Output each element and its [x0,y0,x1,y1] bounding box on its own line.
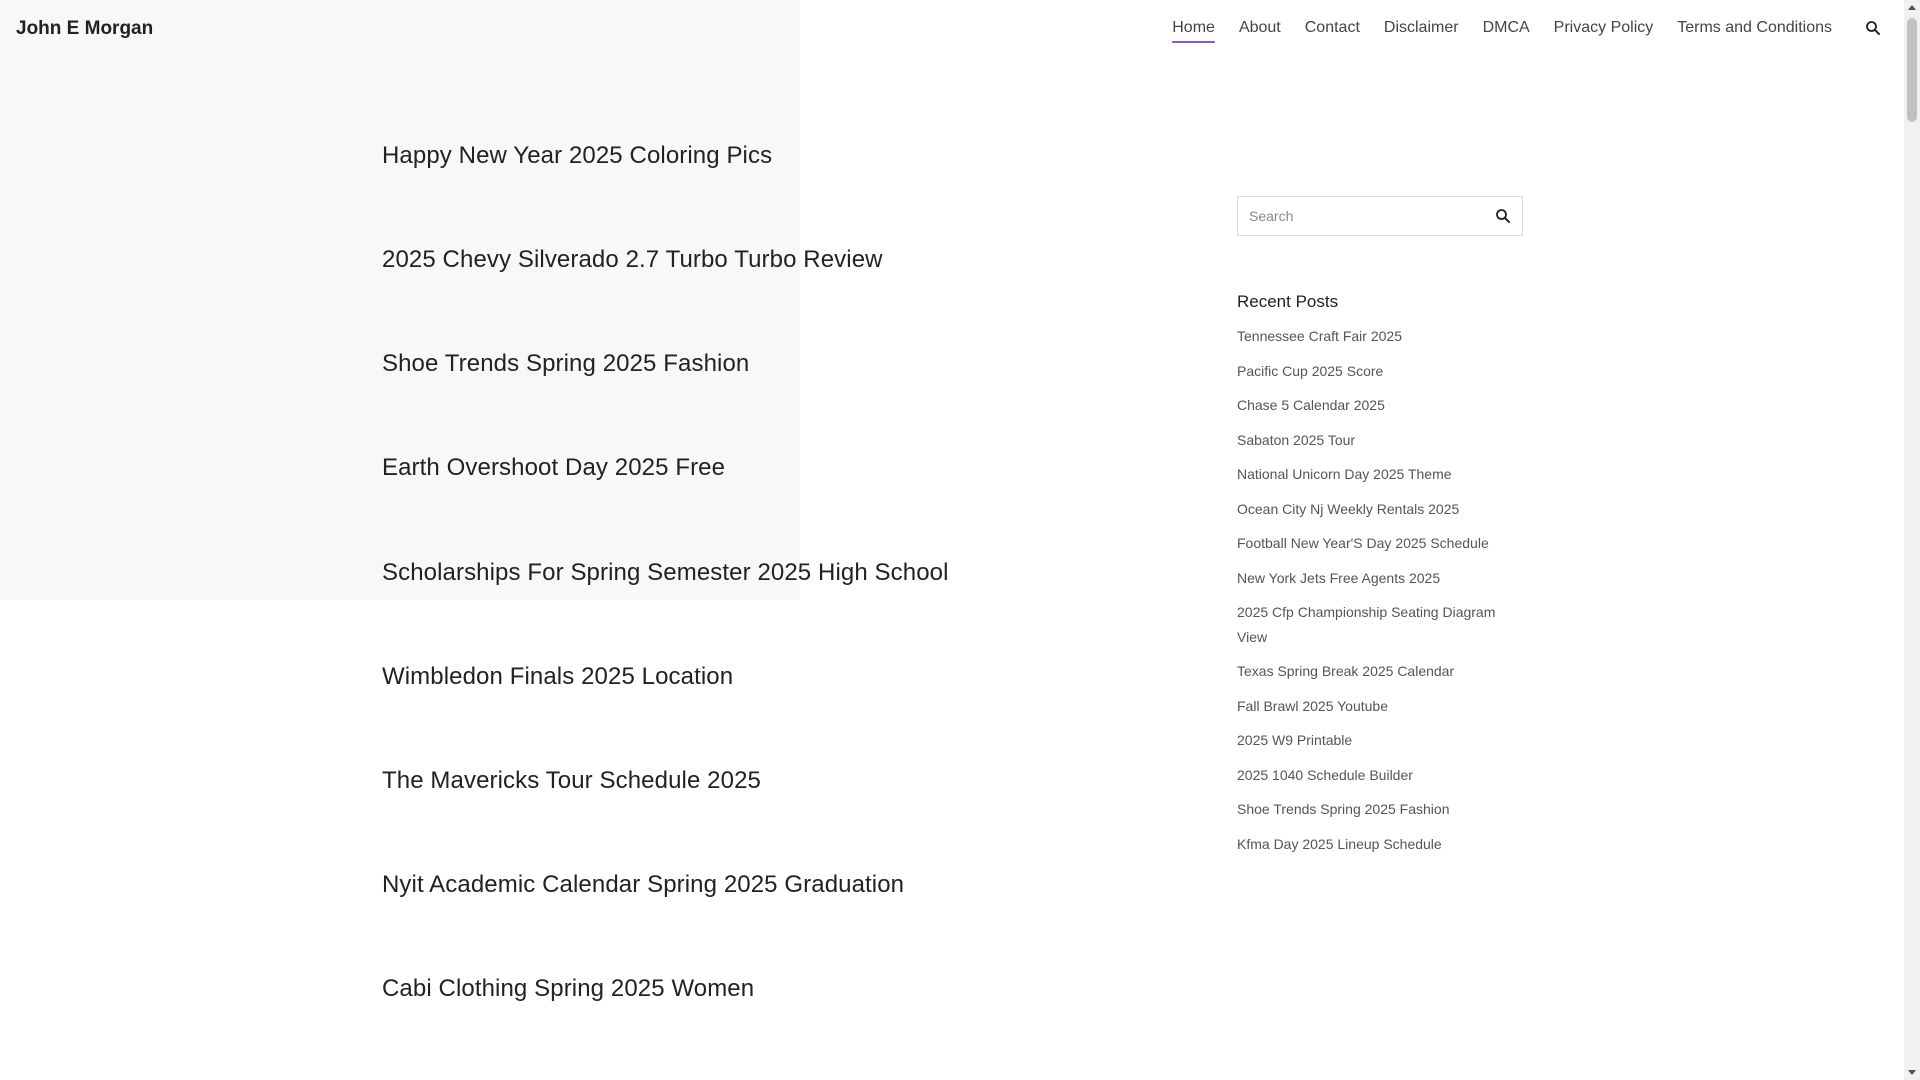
list-item: Kfma Day 2025 Lineup Schedule [1237,832,1523,857]
list-item: Fall Brawl 2025 Youtube [1237,694,1523,719]
list-item: Pacific Cup 2025 Score [1237,359,1523,384]
list-item: Tennessee Craft Fair 2025 [1237,324,1523,349]
recent-post-link[interactable]: Chase 5 Calendar 2025 [1237,397,1385,413]
nav-item-terms-and-conditions[interactable]: Terms and Conditions [1677,19,1832,43]
list-item: Chase 5 Calendar 2025 [1237,393,1523,418]
recent-post-link[interactable]: Texas Spring Break 2025 Calendar [1237,663,1454,679]
main-nav: Home About Contact Disclaimer DMCA Priva… [1172,19,1832,43]
recent-post-link[interactable]: National Unicorn Day 2025 Theme [1237,466,1452,482]
recent-post-link[interactable]: Fall Brawl 2025 Youtube [1237,698,1388,714]
list-item: Texas Spring Break 2025 Calendar [1237,659,1523,684]
post-title[interactable]: Wimbledon Finals 2025 Location [382,662,733,692]
nav-item-disclaimer[interactable]: Disclaimer [1384,19,1459,43]
list-item: Football New Year'S Day 2025 Schedule [1237,531,1523,556]
recent-post-link[interactable]: Tennessee Craft Fair 2025 [1237,328,1402,344]
search-icon[interactable] [1494,207,1512,225]
scrollbar-thumb[interactable] [1907,18,1917,122]
search-icon[interactable] [1864,19,1882,37]
recent-post-link[interactable]: Pacific Cup 2025 Score [1237,363,1383,379]
list-item: Sabaton 2025 Tour [1237,428,1523,453]
post-title[interactable]: Nyit Academic Calendar Spring 2025 Gradu… [382,870,904,900]
post-title[interactable]: Earth Overshoot Day 2025 Free [382,453,725,483]
page-scrollbar[interactable] [1904,0,1920,1080]
recent-posts-title: Recent Posts [1237,292,1339,311]
site-title[interactable]: John E Morgan [16,18,153,40]
list-item: 2025 W9 Printable [1237,728,1523,753]
recent-post-link[interactable]: Kfma Day 2025 Lineup Schedule [1237,836,1442,852]
post-title[interactable]: Cabi Clothing Spring 2025 Women [382,974,754,1004]
recent-post-link[interactable]: Sabaton 2025 Tour [1237,432,1355,448]
hero-background [0,0,800,600]
scroll-up-arrow-icon[interactable] [1904,0,1920,16]
list-item: 2025 1040 Schedule Builder [1237,763,1523,788]
post-title[interactable]: Shoe Trends Spring 2025 Fashion [382,349,749,379]
nav-item-dmca[interactable]: DMCA [1483,19,1530,43]
recent-posts-list: Tennessee Craft Fair 2025 Pacific Cup 20… [1237,324,1523,856]
recent-post-link[interactable]: Shoe Trends Spring 2025 Fashion [1237,801,1449,817]
post-title[interactable]: Happy New Year 2025 Coloring Pics [382,141,772,171]
search-input[interactable] [1238,197,1478,235]
sidebar-search-form [1237,196,1523,236]
nav-item-contact[interactable]: Contact [1305,19,1360,43]
recent-post-link[interactable]: 2025 1040 Schedule Builder [1237,767,1413,783]
scroll-down-arrow-icon[interactable] [1904,1064,1920,1080]
recent-post-link[interactable]: New York Jets Free Agents 2025 [1237,570,1440,586]
post-title[interactable]: The Mavericks Tour Schedule 2025 [382,766,761,796]
nav-item-privacy-policy[interactable]: Privacy Policy [1554,19,1654,43]
list-item: Shoe Trends Spring 2025 Fashion [1237,797,1523,822]
list-item: Ocean City Nj Weekly Rentals 2025 [1237,497,1523,522]
recent-post-link[interactable]: Football New Year'S Day 2025 Schedule [1237,535,1489,551]
site-header: John E Morgan Home About Contact Disclai… [0,0,1904,60]
sidebar: Recent Posts Tennessee Craft Fair 2025 P… [1237,196,1523,866]
list-item: National Unicorn Day 2025 Theme [1237,462,1523,487]
list-item: New York Jets Free Agents 2025 [1237,566,1523,591]
list-item: 2025 Cfp Championship Seating Diagram Vi… [1237,600,1523,649]
recent-post-link[interactable]: Ocean City Nj Weekly Rentals 2025 [1237,501,1459,517]
post-title[interactable]: Scholarships For Spring Semester 2025 Hi… [382,558,949,588]
nav-item-about[interactable]: About [1239,19,1281,43]
nav-item-home[interactable]: Home [1172,19,1215,43]
recent-post-link[interactable]: 2025 W9 Printable [1237,732,1352,748]
recent-post-link[interactable]: 2025 Cfp Championship Seating Diagram Vi… [1237,604,1495,645]
post-title[interactable]: 2025 Chevy Silverado 2.7 Turbo Turbo Rev… [382,245,883,275]
